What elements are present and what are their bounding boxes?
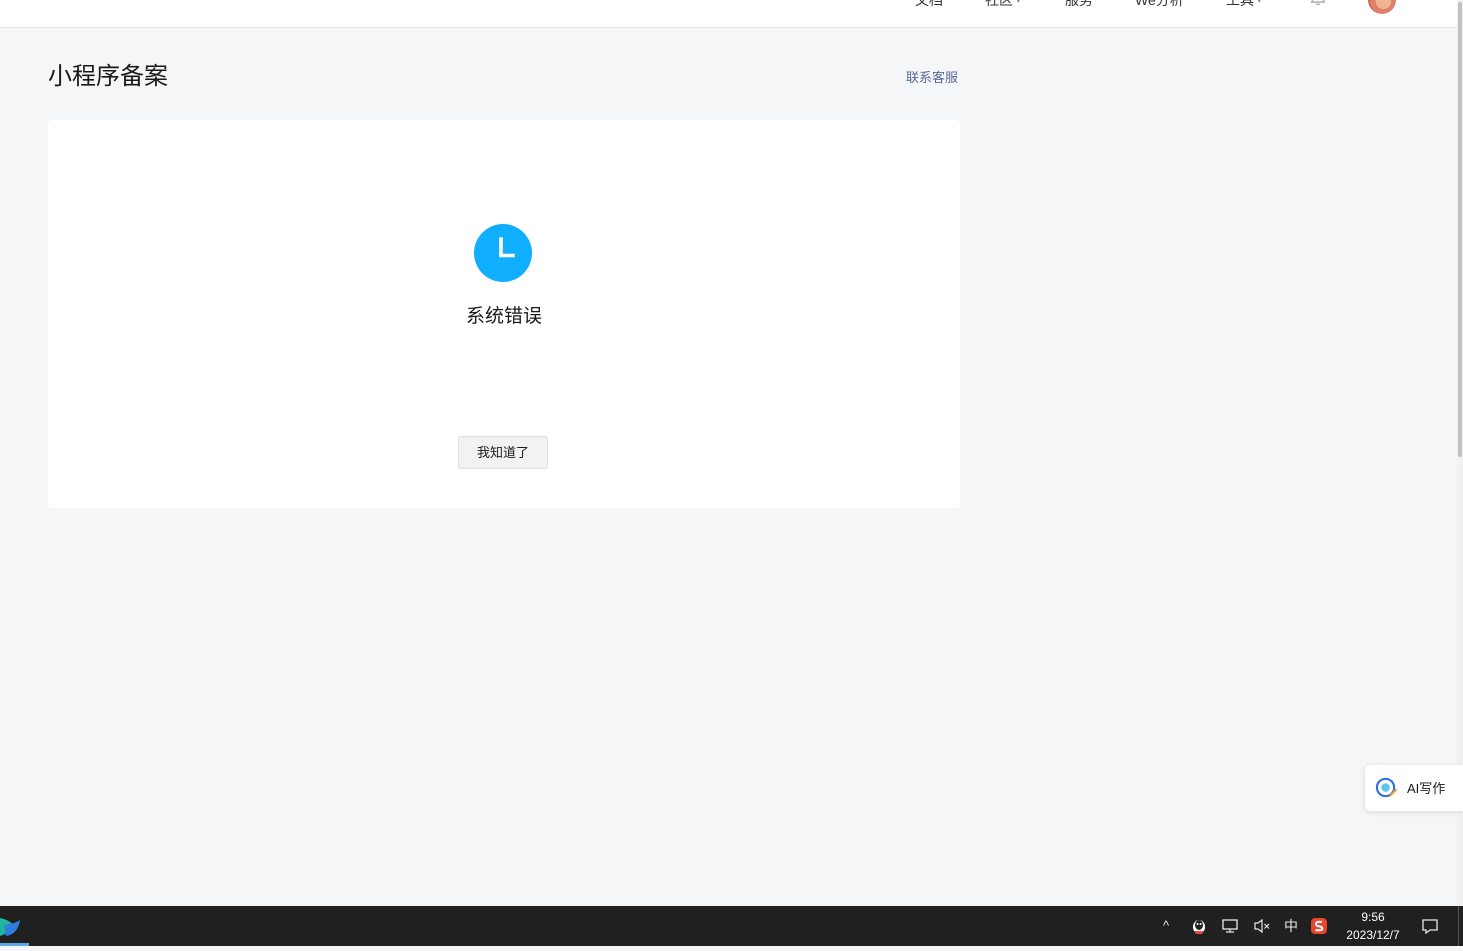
nav-item-docs[interactable]: 文档 — [915, 0, 943, 10]
app-logo-icon — [0, 918, 20, 936]
scrollbar-thumb[interactable] — [1458, 2, 1462, 457]
chevron-down-icon: ▾ — [1016, 0, 1021, 5]
nav-item-label: 社区 — [985, 0, 1013, 8]
notification-center-icon[interactable] — [1421, 917, 1439, 935]
bell-icon[interactable] — [1309, 0, 1327, 6]
volume-muted-icon[interactable] — [1253, 917, 1271, 935]
page-title: 小程序备案 — [48, 63, 168, 90]
ai-writing-icon — [1375, 777, 1398, 798]
nav-item-we-analytics[interactable]: We分析 — [1135, 0, 1184, 10]
nav-item-tools[interactable]: 工具 ▾ — [1226, 0, 1262, 10]
taskbar-clock-time[interactable]: 9:56 — [1344, 909, 1402, 925]
clock-icon — [474, 224, 532, 282]
show-hidden-icons-chevron[interactable]: ^ — [1158, 916, 1174, 936]
taskbar-app-button[interactable] — [0, 906, 29, 946]
taskbar: ^ 中 9:56 2023/12/7 — [0, 906, 1463, 946]
nav-item-label: 工具 — [1226, 0, 1254, 8]
contact-support-link[interactable]: 联系客服 — [906, 69, 958, 87]
input-method-indicator[interactable]: 中 — [1282, 916, 1300, 936]
sogou-ime-icon[interactable] — [1310, 917, 1328, 935]
ai-writing-widget[interactable]: AI写作 — [1365, 765, 1463, 811]
taskbar-clock-date[interactable]: 2023/12/7 — [1338, 927, 1408, 943]
show-desktop-button[interactable] — [1458, 906, 1463, 946]
network-icon[interactable] — [1222, 917, 1240, 935]
nav-item-label: 服务 — [1065, 0, 1093, 8]
nav-item-label: 文档 — [915, 0, 943, 8]
nav-item-label: We分析 — [1135, 0, 1184, 8]
acknowledge-button[interactable]: 我知道了 — [458, 436, 548, 469]
qq-penguin-icon[interactable] — [1190, 917, 1208, 935]
user-avatar[interactable] — [1368, 0, 1396, 14]
nav-item-services[interactable]: 服务 — [1065, 0, 1093, 10]
chevron-down-icon[interactable]: ▾ — [1408, 0, 1413, 3]
ai-writing-label: AI写作 — [1407, 781, 1446, 796]
result-card: 系统错误 我知道了 — [48, 120, 960, 508]
chevron-down-icon: ▾ — [1257, 0, 1262, 5]
top-navigation-bar: 文档 社区 ▾ 服务 We分析 工具 ▾ ▾ — [0, 0, 1457, 28]
nav-item-community[interactable]: 社区 ▾ — [985, 0, 1021, 10]
status-message: 系统错误 — [465, 306, 542, 327]
